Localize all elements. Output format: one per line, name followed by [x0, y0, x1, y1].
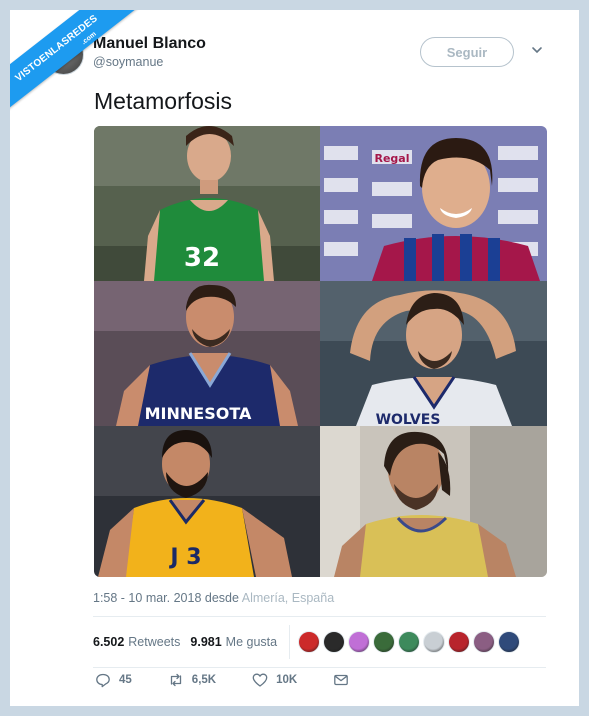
like-count: 10K	[276, 674, 298, 686]
liker-avatar[interactable]	[298, 631, 321, 653]
likers-avatars[interactable]	[298, 631, 521, 653]
photo-6[interactable]	[320, 426, 547, 577]
user-name[interactable]: Manuel Blanco	[93, 35, 206, 53]
stats-separator	[289, 625, 291, 659]
retweet-button[interactable]: 6,5K	[168, 672, 216, 688]
liker-avatar[interactable]	[323, 631, 346, 653]
timestamp-text[interactable]: 1:58 - 10 mar. 2018 desde	[93, 591, 239, 605]
tweet-card: Manuel Blanco @soymanue Seguir Metamorfo…	[10, 10, 579, 706]
liker-avatar[interactable]	[498, 631, 521, 653]
photo-2[interactable]: Regal	[320, 126, 547, 281]
tweet-text: Metamorfosis	[94, 88, 233, 114]
photo-5[interactable]: J 3	[94, 426, 320, 577]
envelope-icon	[334, 674, 349, 686]
like-button[interactable]: 10K	[252, 672, 297, 688]
reply-button[interactable]: 45	[95, 672, 132, 688]
chevron-down-icon[interactable]	[530, 43, 544, 57]
photo-grid[interactable]: 32 Regal MINNESOTA WOLVES J 3	[94, 126, 547, 577]
liker-avatar[interactable]	[398, 631, 421, 653]
tweet-actions: 45 6,5K 10K	[95, 672, 357, 688]
photo-1[interactable]: 32	[94, 126, 320, 281]
tweet-timestamp[interactable]: 1:58 - 10 mar. 2018 desde Almería, Españ…	[93, 591, 334, 605]
likes-count[interactable]: 9.981	[190, 635, 221, 649]
likes-label[interactable]: Me gusta	[226, 635, 277, 649]
location-link[interactable]: Almería, España	[242, 591, 334, 605]
retweets-count[interactable]: 6.502	[93, 635, 124, 649]
liker-avatar[interactable]	[423, 631, 446, 653]
photo-3[interactable]: MINNESOTA	[94, 281, 320, 426]
engagement-stats: 6.502 Retweets 9.981 Me gusta	[93, 624, 521, 660]
liker-avatar[interactable]	[473, 631, 496, 653]
message-button[interactable]	[333, 672, 357, 688]
follow-button[interactable]: Seguir	[420, 37, 514, 67]
retweet-icon	[170, 673, 181, 687]
divider-bottom	[93, 667, 546, 668]
liker-avatar[interactable]	[348, 631, 371, 653]
liker-avatar[interactable]	[373, 631, 396, 653]
user-handle[interactable]: @soymanue	[93, 55, 163, 69]
retweet-count: 6,5K	[191, 674, 217, 686]
heart-icon	[252, 673, 268, 687]
reply-count: 45	[119, 674, 132, 686]
liker-avatar[interactable]	[448, 631, 471, 653]
photo-4[interactable]: WOLVES	[320, 281, 547, 426]
screenshot-frame: Manuel Blanco @soymanue Seguir Metamorfo…	[0, 0, 589, 716]
divider-top	[93, 616, 546, 617]
retweets-label[interactable]: Retweets	[128, 635, 180, 649]
reply-icon	[96, 673, 110, 688]
